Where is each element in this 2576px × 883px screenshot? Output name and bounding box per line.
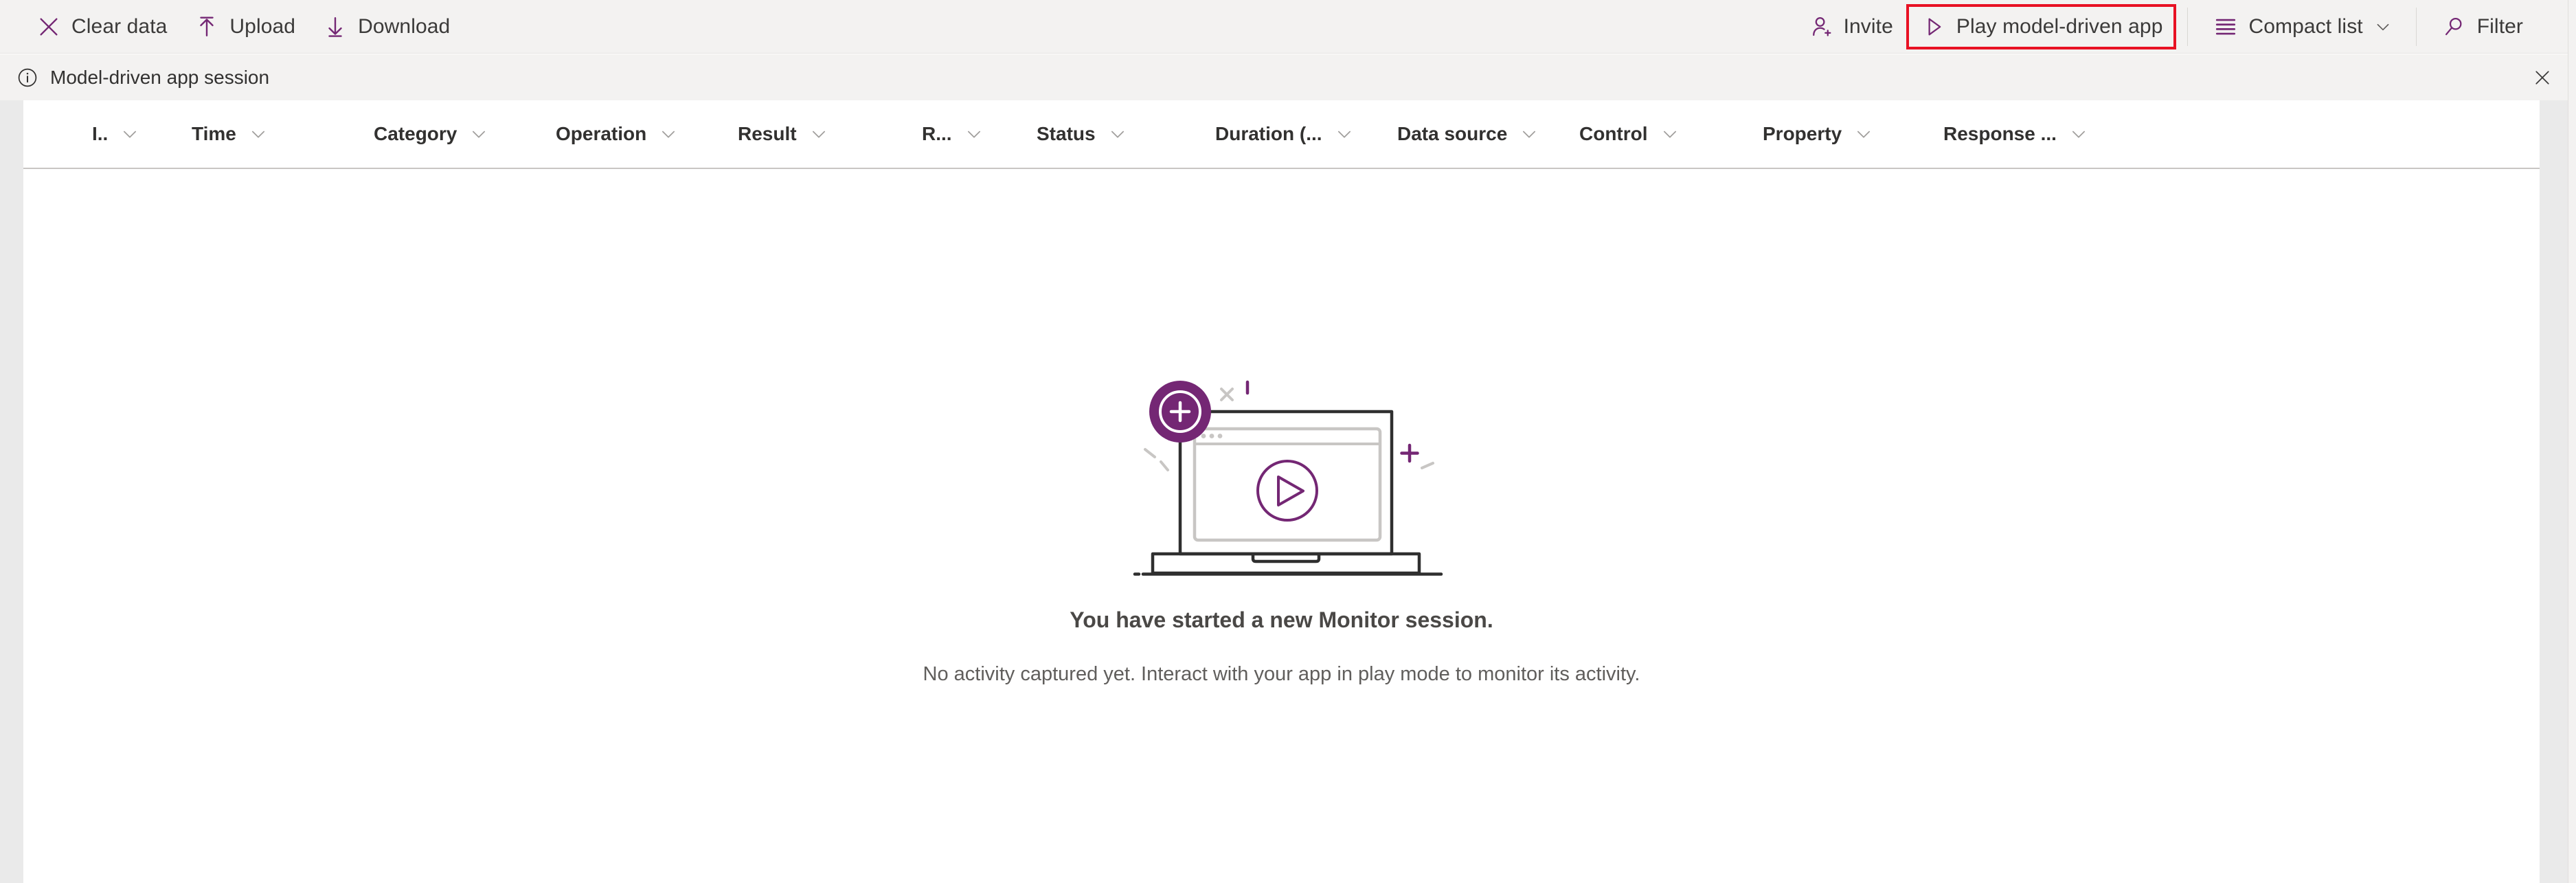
column-header-property[interactable]: Property: [1763, 100, 1873, 168]
monitor-app-window: Clear data Upload Download Invite Play m…: [0, 0, 2576, 883]
chevron-down-icon: [2374, 18, 2392, 36]
laptop-play-button-illustration: [1131, 367, 1454, 594]
left-rail: [0, 100, 23, 883]
close-x-icon: [35, 13, 63, 41]
play-model-driven-app-button[interactable]: Play model-driven app: [1906, 3, 2177, 49]
add-person-icon: [1807, 13, 1835, 41]
chevron-down-icon: [120, 124, 139, 144]
window-right-edge: [2568, 0, 2576, 883]
chevron-down-icon: [2069, 124, 2088, 144]
right-rail-scrollbar[interactable]: [2540, 100, 2568, 883]
info-circle-icon: [15, 65, 40, 90]
play-triangle-icon: [1920, 13, 1947, 41]
command-bar: Clear data Upload Download Invite Play m…: [0, 0, 2576, 54]
column-label: Category: [374, 123, 457, 144]
column-label: I..: [92, 123, 109, 144]
upload-button[interactable]: Upload: [180, 7, 308, 47]
chevron-down-icon: [659, 124, 678, 144]
column-header-control[interactable]: Control: [1579, 100, 1680, 168]
toolbar-divider-2: [2415, 7, 2417, 46]
column-label: Control: [1579, 123, 1648, 144]
filter-button[interactable]: Filter: [2428, 7, 2536, 47]
chevron-down-icon: [1335, 124, 1354, 144]
column-label: R...: [922, 123, 952, 144]
invite-label: Invite: [1843, 14, 1893, 38]
upload-arrow-icon: [193, 13, 221, 41]
download-label: Download: [358, 14, 451, 38]
message-bar-text: Model-driven app session: [50, 66, 270, 88]
column-header-time[interactable]: Time: [192, 100, 268, 168]
chevron-down-icon: [1519, 124, 1539, 144]
activity-grid: I.. Time Category Operation Result R...: [23, 100, 2540, 883]
command-bar-left-group: Clear data Upload Download: [22, 7, 463, 47]
empty-state: You have started a new Monitor session. …: [23, 169, 2540, 883]
column-header-duration[interactable]: Duration (...: [1215, 100, 1354, 168]
search-magnifier-icon: [2441, 13, 2468, 41]
empty-state-title: You have started a new Monitor session.: [1070, 607, 1493, 632]
column-label: Property: [1763, 123, 1842, 144]
column-label: Status: [1037, 123, 1096, 144]
clear-data-button[interactable]: Clear data: [22, 7, 180, 47]
filter-label: Filter: [2476, 14, 2523, 38]
clear-data-label: Clear data: [71, 14, 168, 38]
column-header-category[interactable]: Category: [374, 100, 488, 168]
column-label: Result: [738, 123, 797, 144]
chevron-down-icon: [809, 124, 828, 144]
download-arrow-icon: [321, 13, 349, 41]
chevron-down-icon: [964, 124, 984, 144]
message-bar-close-button[interactable]: [2524, 59, 2561, 96]
invite-button[interactable]: Invite: [1794, 7, 1906, 47]
grid-column-headers: I.. Time Category Operation Result R...: [23, 100, 2540, 169]
column-header-result[interactable]: Result: [738, 100, 828, 168]
column-header-operation[interactable]: Operation: [556, 100, 678, 168]
empty-state-subtitle: No activity captured yet. Interact with …: [923, 662, 1640, 685]
message-bar: Model-driven app session: [0, 54, 2576, 100]
download-button[interactable]: Download: [308, 7, 463, 47]
column-header-id[interactable]: I..: [92, 100, 139, 168]
column-label: Response ...: [1943, 123, 2057, 144]
chevron-down-icon: [1660, 124, 1680, 144]
compact-list-button[interactable]: Compact list: [2199, 7, 2404, 47]
column-label: Duration (...: [1215, 123, 1322, 144]
column-header-response[interactable]: Response ...: [1943, 100, 2088, 168]
column-label: Time: [192, 123, 236, 144]
chevron-down-icon: [249, 124, 268, 144]
list-lines-icon: [2212, 13, 2239, 41]
compact-list-label: Compact list: [2248, 14, 2363, 38]
column-header-status[interactable]: Status: [1037, 100, 1127, 168]
upload-label: Upload: [229, 14, 296, 38]
column-header-data-source[interactable]: Data source: [1397, 100, 1539, 168]
column-label: Operation: [556, 123, 647, 144]
chevron-down-icon: [469, 124, 488, 144]
command-bar-right-group: Invite Play model-driven app Compact lis: [1794, 3, 2536, 49]
chevron-down-icon: [1108, 124, 1127, 144]
play-model-driven-app-label: Play model-driven app: [1956, 14, 2163, 38]
chevron-down-icon: [1854, 124, 1873, 144]
column-header-r[interactable]: R...: [922, 100, 984, 168]
column-label: Data source: [1397, 123, 1508, 144]
toolbar-divider-1: [2187, 7, 2189, 46]
